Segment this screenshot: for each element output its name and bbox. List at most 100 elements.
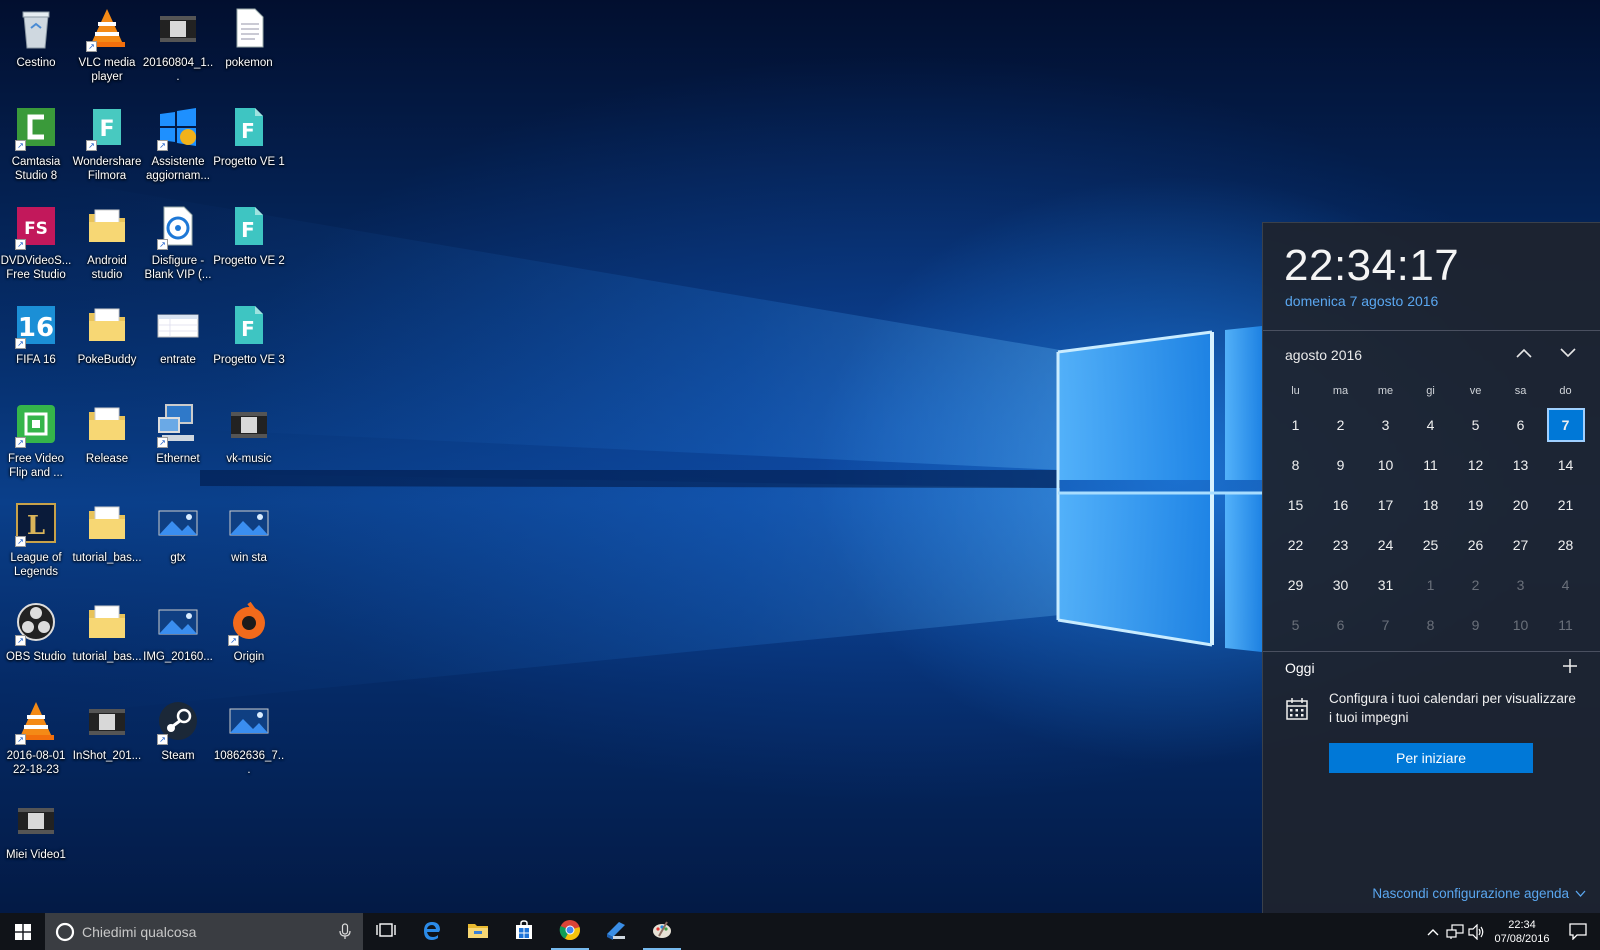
- desktop-icon[interactable]: entrate: [142, 297, 214, 393]
- calendar-day[interactable]: 31: [1363, 565, 1408, 605]
- desktop-icon[interactable]: IMG_20160...: [142, 594, 214, 690]
- previous-month-button[interactable]: [1511, 340, 1537, 366]
- taskbar-button-store[interactable]: [501, 913, 547, 950]
- calendar-day[interactable]: 5: [1453, 405, 1498, 445]
- calendar-day[interactable]: 1: [1408, 565, 1453, 605]
- desktop-icon[interactable]: ↗ 2016-08-01 22-18-23: [0, 693, 72, 789]
- calendar-day[interactable]: 9: [1453, 605, 1498, 645]
- desktop-icon[interactable]: F Progetto VE 1: [213, 99, 285, 195]
- flyout-date-link[interactable]: domenica 7 agosto 2016: [1285, 293, 1438, 309]
- calendar-day[interactable]: 15: [1273, 485, 1318, 525]
- desktop-icon[interactable]: InShot_201...: [71, 693, 143, 789]
- calendar-day[interactable]: 11: [1543, 605, 1588, 645]
- calendar-day[interactable]: 14: [1543, 445, 1588, 485]
- calendar-day[interactable]: 6: [1498, 405, 1543, 445]
- taskbar-button-paint[interactable]: [639, 913, 685, 950]
- show-hidden-icons-button[interactable]: [1422, 913, 1444, 950]
- calendar-day[interactable]: 10: [1363, 445, 1408, 485]
- calendar-day[interactable]: 26: [1453, 525, 1498, 565]
- start-button[interactable]: [0, 913, 45, 950]
- cortana-search-box[interactable]: Chiedimi qualcosa: [45, 913, 363, 950]
- desktop-icon[interactable]: Release: [71, 396, 143, 492]
- desktop-icon[interactable]: ↗ Ethernet: [142, 396, 214, 492]
- taskbar-button-file-explorer[interactable]: [455, 913, 501, 950]
- calendar-day[interactable]: 24: [1363, 525, 1408, 565]
- calendar-day[interactable]: 3: [1498, 565, 1543, 605]
- desktop-icon[interactable]: 20160804_1...: [142, 0, 214, 96]
- calendar-day[interactable]: 19: [1453, 485, 1498, 525]
- calendar-day[interactable]: 2: [1453, 565, 1498, 605]
- calendar-day[interactable]: 16: [1318, 485, 1363, 525]
- action-center-button[interactable]: [1556, 913, 1600, 950]
- calendar-day[interactable]: 27: [1498, 525, 1543, 565]
- desktop-icon[interactable]: ↗ Assistente aggiornam...: [142, 99, 214, 195]
- calendar-day[interactable]: 22: [1273, 525, 1318, 565]
- calendar-day[interactable]: 23: [1318, 525, 1363, 565]
- hide-agenda-link[interactable]: Nascondi configurazione agenda: [1372, 886, 1586, 901]
- desktop-icon[interactable]: ↗ OBS Studio: [0, 594, 72, 690]
- desktop-icon[interactable]: PokeBuddy: [71, 297, 143, 393]
- desktop-icon[interactable]: gtx: [142, 495, 214, 591]
- desktop-icon[interactable]: L ↗ League of Legends: [0, 495, 72, 591]
- desktop-icon[interactable]: FS ↗ DVDVideoS... Free Studio: [0, 198, 72, 294]
- desktop-icon[interactable]: F Progetto VE 3: [213, 297, 285, 393]
- calendar-day[interactable]: 6: [1318, 605, 1363, 645]
- calendar-day-today[interactable]: 7: [1543, 405, 1588, 445]
- calendar-day[interactable]: 29: [1273, 565, 1318, 605]
- taskbar-button-remote-desktop[interactable]: [593, 913, 639, 950]
- desktop-icon[interactable]: win sta: [213, 495, 285, 591]
- desktop-icon[interactable]: vk-music: [213, 396, 285, 492]
- desktop-icon[interactable]: tutorial_bas...: [71, 594, 143, 690]
- calendar-month-label[interactable]: agosto 2016: [1285, 347, 1362, 363]
- calendar-day[interactable]: 3: [1363, 405, 1408, 445]
- calendar-day[interactable]: 2: [1318, 405, 1363, 445]
- calendar-day[interactable]: 8: [1273, 445, 1318, 485]
- calendar-day[interactable]: 11: [1408, 445, 1453, 485]
- calendar-week-row: 15 16 17 18 19 20 21: [1273, 485, 1589, 525]
- calendar-day[interactable]: 7: [1363, 605, 1408, 645]
- calendar-day[interactable]: 20: [1498, 485, 1543, 525]
- calendar-day[interactable]: 28: [1543, 525, 1588, 565]
- desktop-icon[interactable]: ↗ Steam: [142, 693, 214, 789]
- calendar-day[interactable]: 9: [1318, 445, 1363, 485]
- calendar-day[interactable]: 30: [1318, 565, 1363, 605]
- microphone-icon[interactable]: [339, 923, 351, 940]
- desktop-icon[interactable]: ↗ Origin: [213, 594, 285, 690]
- desktop-icon[interactable]: F Progetto VE 2: [213, 198, 285, 294]
- calendar-day[interactable]: 4: [1543, 565, 1588, 605]
- calendar-day[interactable]: 12: [1453, 445, 1498, 485]
- calendar-day[interactable]: 10: [1498, 605, 1543, 645]
- calendar-day[interactable]: 21: [1543, 485, 1588, 525]
- calendar-day[interactable]: 13: [1498, 445, 1543, 485]
- desktop-icon[interactable]: Cestino: [0, 0, 72, 96]
- calendar-day[interactable]: 4: [1408, 405, 1453, 445]
- desktop-icon[interactable]: tutorial_bas...: [71, 495, 143, 591]
- network-tray-button[interactable]: [1444, 913, 1466, 950]
- calendar-day[interactable]: 17: [1363, 485, 1408, 525]
- desktop-icon[interactable]: Miei Video1: [0, 792, 72, 888]
- desktop-icon[interactable]: 10862636_7...: [213, 693, 285, 789]
- desktop-icon[interactable]: Android studio: [71, 198, 143, 294]
- desktop-icon[interactable]: 16 ↗ FIFA 16: [0, 297, 72, 393]
- taskbar-button-task-view[interactable]: [363, 913, 409, 950]
- taskbar-button-chrome[interactable]: [547, 913, 593, 950]
- desktop-icon[interactable]: pokemon: [213, 0, 285, 96]
- calendar-day[interactable]: 1: [1273, 405, 1318, 445]
- chevron-down-icon: [1560, 348, 1576, 358]
- desktop-icon[interactable]: F ↗ Wondershare Filmora: [71, 99, 143, 195]
- add-event-button[interactable]: [1558, 654, 1582, 678]
- next-month-button[interactable]: [1555, 340, 1581, 366]
- calendar-day[interactable]: 25: [1408, 525, 1453, 565]
- taskbar-button-edge[interactable]: [409, 913, 455, 950]
- calendar-day[interactable]: 8: [1408, 605, 1453, 645]
- get-started-button[interactable]: Per iniziare: [1329, 743, 1533, 773]
- calendar-day[interactable]: 5: [1273, 605, 1318, 645]
- desktop-icon[interactable]: ↗ Disfigure - Blank VIP (...: [142, 198, 214, 294]
- volume-tray-button[interactable]: [1466, 913, 1488, 950]
- taskbar-clock[interactable]: 22:34 07/08/2016: [1488, 918, 1556, 946]
- desktop-icon[interactable]: ↗ VLC media player: [71, 0, 143, 96]
- calendar-day[interactable]: 18: [1408, 485, 1453, 525]
- desktop-icon[interactable]: ↗ Free Video Flip and ...: [0, 396, 72, 492]
- desktop-icon[interactable]: ↗ Camtasia Studio 8: [0, 99, 72, 195]
- fifa-icon: 16 ↗: [14, 303, 58, 349]
